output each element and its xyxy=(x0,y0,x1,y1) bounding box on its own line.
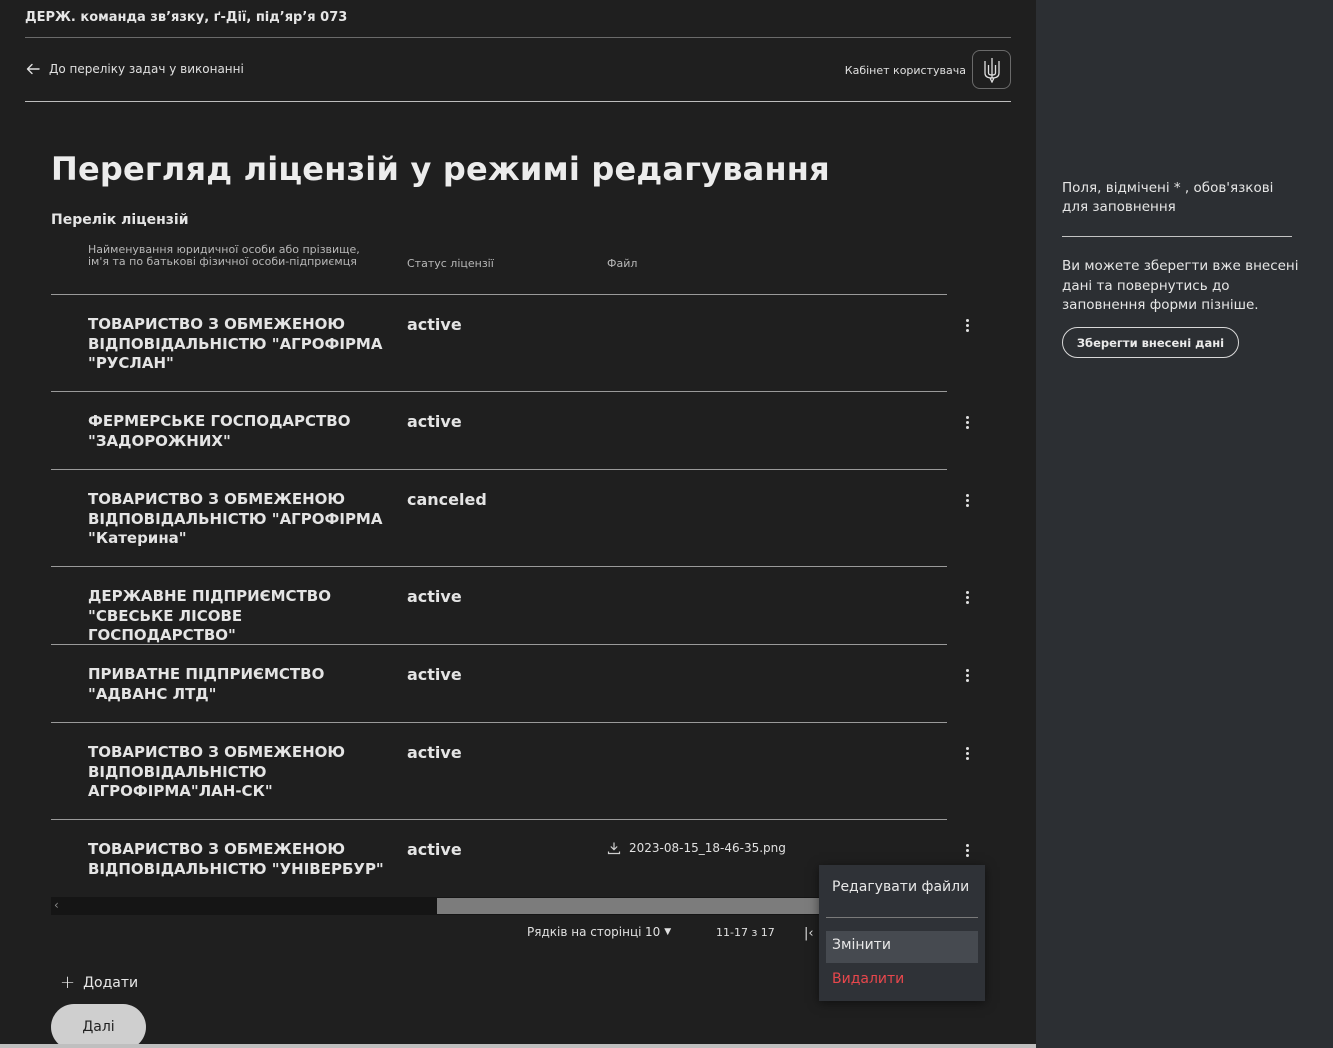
row-name: ТОВАРИСТВО З ОБМЕЖЕНОЮ ВІДПОВІДАЛЬНІСТЮ … xyxy=(88,743,345,800)
caret-down-icon: ▼ xyxy=(664,927,672,937)
trident-icon xyxy=(983,57,1000,83)
row-name: ПРИВАТНЕ ПІДПРИЄМСТВО "АДВАНС ЛТД" xyxy=(88,665,325,703)
table-row: ДЕРЖАВНЕ ПІДПРИЄМСТВО "СВЕСЬКЕ ЛІСОВЕ ГО… xyxy=(51,566,969,644)
table-row: ТОВАРИСТВО З ОБМЕЖЕНОЮ ВІДПОВІДАЛЬНІСТЮ … xyxy=(51,819,969,897)
row-name: ТОВАРИСТВО З ОБМЕЖЕНОЮ ВІДПОВІДАЛЬНІСТЮ … xyxy=(88,315,383,372)
cabinet-link[interactable]: Кабінет користувача xyxy=(845,64,966,77)
save-draft-button[interactable]: Зберегти внесені дані xyxy=(1062,327,1239,358)
pagination-range: 11-17 з 17 xyxy=(716,926,775,939)
rows-per-page-label: Рядків на сторінці xyxy=(527,925,642,939)
row-status: active xyxy=(407,315,462,334)
more-actions-icon[interactable] xyxy=(963,494,971,510)
sidebar-divider xyxy=(1062,236,1292,237)
add-label: Додати xyxy=(83,974,139,991)
row-status: active xyxy=(407,665,462,684)
file-name: 2023-08-15_18-46-35.png xyxy=(629,841,786,855)
menu-item-change[interactable]: Змінити xyxy=(826,931,978,963)
row-context-menu: Редагувати файли Змінити Видалити xyxy=(819,865,985,1001)
scrollbar-thumb[interactable] xyxy=(437,898,837,914)
back-link[interactable]: До переліку задач у виконанні xyxy=(25,61,244,77)
menu-divider xyxy=(826,917,978,918)
required-fields-note: Поля, відмічені * , обов'язкові для запо… xyxy=(1062,180,1274,215)
row-name: ТОВАРИСТВО З ОБМЕЖЕНОЮ ВІДПОВІДАЛЬНІСТЮ … xyxy=(88,840,384,878)
menu-item-delete[interactable]: Видалити xyxy=(832,971,904,987)
header-divider xyxy=(25,37,1011,38)
column-header-status: Статус ліцензії xyxy=(407,257,494,270)
next-button[interactable]: Далі xyxy=(51,1004,146,1048)
plus-icon: + xyxy=(60,972,76,993)
arrow-left-icon xyxy=(26,63,40,75)
add-button[interactable]: + Додати xyxy=(60,972,138,993)
table-row: ФЕРМЕРСЬКЕ ГОСПОДАРСТВО "ЗАДОРОЖНИХ" act… xyxy=(51,391,969,469)
page-title: Перегляд ліцензій у режимі редагування xyxy=(51,150,830,188)
file-download-link[interactable]: 2023-08-15_18-46-35.png xyxy=(607,841,786,855)
more-actions-icon[interactable] xyxy=(963,319,971,335)
section-title: Перелік ліцензій xyxy=(51,212,189,228)
row-name: ДЕРЖАВНЕ ПІДПРИЄМСТВО "СВЕСЬКЕ ЛІСОВЕ ГО… xyxy=(88,587,331,644)
first-page-icon[interactable]: |‹ xyxy=(804,926,814,941)
org-name: ДЕРЖ. команда зв’язку, ґ-Дії, під’яр’я 0… xyxy=(25,10,348,25)
menu-item-edit-files[interactable]: Редагувати файли xyxy=(832,879,969,895)
header-bottom-divider xyxy=(25,101,1011,102)
more-actions-icon[interactable] xyxy=(963,747,971,763)
cabinet-button[interactable] xyxy=(972,50,1011,89)
row-status: active xyxy=(407,743,462,762)
table-row: ТОВАРИСТВО З ОБМЕЖЕНОЮ ВІДПОВІДАЛЬНІСТЮ … xyxy=(51,722,969,819)
download-icon xyxy=(607,842,621,855)
table-row: ПРИВАТНЕ ПІДПРИЄМСТВО "АДВАНС ЛТД" activ… xyxy=(51,644,969,722)
row-status: canceled xyxy=(407,490,487,509)
row-status: active xyxy=(407,412,462,431)
row-name: ТОВАРИСТВО З ОБМЕЖЕНОЮ ВІДПОВІДАЛЬНІСТЮ … xyxy=(88,490,383,547)
rows-per-page-value: 10 xyxy=(645,925,661,939)
more-actions-icon[interactable] xyxy=(963,669,971,685)
save-info-text: Ви можете зберегти вже внесені дані та п… xyxy=(1062,258,1299,313)
rows-per-page-select[interactable]: 10 ▼ xyxy=(645,925,671,939)
sidebar: Поля, відмічені * , обов'язкові для запо… xyxy=(1036,0,1333,1048)
table-row: ТОВАРИСТВО З ОБМЕЖЕНОЮ ВІДПОВІДАЛЬНІСТЮ … xyxy=(51,294,969,391)
more-actions-icon[interactable] xyxy=(963,591,971,607)
scroll-left-icon[interactable]: ‹ xyxy=(54,898,59,912)
bottom-scrollbar[interactable] xyxy=(0,1044,1036,1048)
more-actions-icon[interactable] xyxy=(963,844,971,860)
more-actions-icon[interactable] xyxy=(963,416,971,432)
row-status: active xyxy=(407,587,462,606)
row-status: active xyxy=(407,840,462,859)
row-name: ФЕРМЕРСЬКЕ ГОСПОДАРСТВО "ЗАДОРОЖНИХ" xyxy=(88,412,351,450)
back-link-label: До переліку задач у виконанні xyxy=(49,62,244,76)
column-header-file: Файл xyxy=(607,257,638,270)
column-header-name: Найменування юридичної особи або прізвищ… xyxy=(88,243,360,268)
main-content: ДЕРЖ. команда зв’язку, ґ-Дії, під’яр’я 0… xyxy=(0,0,1036,1048)
table-row: ТОВАРИСТВО З ОБМЕЖЕНОЮ ВІДПОВІДАЛЬНІСТЮ … xyxy=(51,469,969,566)
